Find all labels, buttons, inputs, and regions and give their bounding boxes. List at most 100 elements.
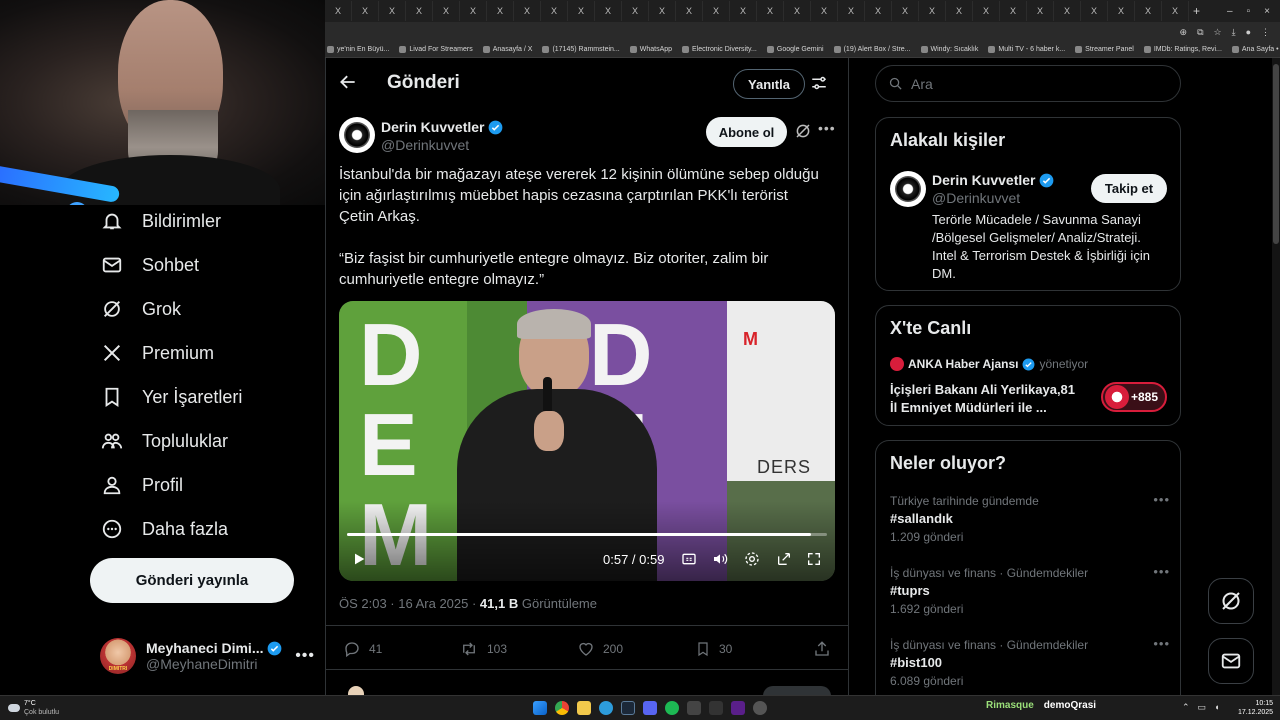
extensions-icon[interactable]: ⧉ [1197, 27, 1203, 38]
more-icon[interactable]: ••• [1153, 636, 1170, 651]
trend-item[interactable]: Türkiye tarihinde gündemde #sallandık 1.20… [890, 492, 1170, 544]
browser-tab[interactable]: X [1000, 1, 1027, 21]
browser-tab[interactable]: X [1162, 1, 1189, 21]
browser-tab[interactable]: X [1081, 1, 1108, 21]
browser-tab[interactable]: X [1108, 1, 1135, 21]
clock[interactable]: 10:15 17.12.2025 [1238, 699, 1273, 717]
chevron-up-icon[interactable]: ⌃ [1182, 702, 1190, 713]
page-scrollbar[interactable] [1272, 58, 1280, 695]
bookmark-item[interactable]: IMDb: Ratings, Revi... [1143, 46, 1222, 53]
post-button[interactable]: Gönderi yayınla [90, 558, 294, 603]
obs-icon[interactable] [731, 701, 745, 715]
bookmark-item[interactable]: Google Gemini [766, 46, 824, 53]
browser-tab[interactable]: X [919, 1, 946, 21]
browser-tab[interactable]: X [541, 1, 568, 21]
discord-icon[interactable] [643, 701, 657, 715]
trend-item[interactable]: İş dünyası ve finans · Gündemdekiler #bis… [890, 636, 1170, 688]
weather-widget[interactable]: 7°C Çok bulutlu [8, 699, 59, 717]
menu-icon[interactable]: ⋮ [1261, 27, 1270, 38]
volume-icon[interactable] [711, 551, 729, 572]
bookmark-item[interactable]: Anasayfa / X [482, 46, 532, 53]
download-icon[interactable]: ⤓ [1232, 27, 1236, 38]
subscribe-button[interactable]: Abone ol [706, 117, 787, 147]
back-arrow-icon[interactable] [338, 72, 358, 97]
grok-floating-button[interactable] [1208, 578, 1254, 624]
browser-tab[interactable]: X [676, 1, 703, 21]
browser-tab[interactable]: X [784, 1, 811, 21]
star-icon[interactable]: ☆ [1214, 27, 1222, 38]
close-window-button[interactable]: × [1264, 6, 1270, 17]
related-name[interactable]: Derin Kuvvetler [932, 172, 1035, 188]
sidebar-item-sohbet[interactable]: Sohbet [100, 250, 199, 280]
bookmark-item[interactable]: Windy: Sıcaklık [920, 46, 978, 53]
spotify-icon[interactable] [665, 701, 679, 715]
browser-tab[interactable]: X [892, 1, 919, 21]
messages-floating-button[interactable] [1208, 638, 1254, 684]
bookmark-item[interactable]: (17145) Rammstein... [542, 46, 620, 53]
bookmark-item[interactable]: Streamer Panel [1075, 46, 1134, 53]
sidebar-item-bildirimler[interactable]: Bildirimler [100, 206, 221, 236]
captions-icon[interactable] [681, 551, 697, 572]
zoom-icon[interactable]: ⊕ [1180, 27, 1188, 38]
chrome-icon[interactable] [555, 701, 569, 715]
browser-tab[interactable]: X [406, 1, 433, 21]
browser-tab[interactable]: X [1027, 1, 1054, 21]
bookmark-item[interactable]: WhatsApp [629, 46, 672, 53]
settings-sliders-icon[interactable] [810, 74, 828, 97]
bookmark-item[interactable]: Multi TV - 6 haber k... [988, 46, 1065, 53]
browser-tab[interactable]: X [622, 1, 649, 21]
bookmark-item[interactable]: ye'nin En Büyü... [327, 46, 389, 53]
live-topic[interactable]: İçişleri Bakanı Ali Yerlikaya,81 İl Emni… [890, 381, 1075, 417]
browser-tab[interactable]: X [811, 1, 838, 21]
reply-action[interactable]: 41 [343, 640, 382, 658]
bookmark-item[interactable]: Livad For Streamers [399, 46, 473, 53]
live-listeners-badge[interactable]: +885 [1101, 382, 1167, 412]
more-icon[interactable]: ••• [818, 120, 836, 136]
maximize-button[interactable]: ▫ [1247, 6, 1251, 17]
sidebar-item-profil[interactable]: Profil [100, 470, 183, 500]
bookmark-action[interactable]: 30 [695, 640, 732, 658]
fullscreen-icon[interactable] [806, 551, 822, 572]
browser-tab[interactable]: X [487, 1, 514, 21]
browser-tab[interactable]: X [1135, 1, 1162, 21]
author-avatar[interactable] [339, 117, 375, 153]
browser-tab[interactable]: X [865, 1, 892, 21]
browser-tab[interactable]: X [325, 1, 352, 21]
browser-tab[interactable]: X [352, 1, 379, 21]
app-icon[interactable] [709, 701, 723, 715]
account-switcher[interactable]: DIMITRI Meyhaneci Dimi... @MeyhaneDimitr… [100, 636, 315, 676]
network-icon[interactable]: ▭ [1198, 702, 1207, 713]
speaker-icon[interactable]: ◖ [1214, 702, 1219, 713]
browser-tab[interactable]: X [568, 1, 595, 21]
new-tab-button[interactable]: + [1193, 4, 1200, 18]
app-icon[interactable] [753, 701, 767, 715]
browser-tab[interactable]: X [703, 1, 730, 21]
more-icon[interactable]: ••• [1153, 564, 1170, 579]
browser-tab[interactable]: X [946, 1, 973, 21]
browser-tab[interactable]: X [649, 1, 676, 21]
search-input[interactable]: Ara [911, 76, 933, 92]
browser-tab[interactable]: X [730, 1, 757, 21]
grok-icon[interactable] [794, 122, 812, 145]
file-explorer-icon[interactable] [577, 701, 591, 715]
settings-icon[interactable] [744, 551, 760, 572]
bookmark-item[interactable]: Electronic Diversity... [682, 46, 757, 53]
steam-icon[interactable] [621, 701, 635, 715]
browser-tab[interactable]: X [460, 1, 487, 21]
author-handle[interactable]: @Derinkuvvet [381, 137, 469, 153]
sidebar-item-premium[interactable]: Premium [100, 338, 214, 368]
bookmark-item[interactable]: Ana Sayfa • HBO Max [1231, 46, 1280, 53]
follow-button[interactable]: Takip et [1091, 174, 1167, 203]
sidebar-item-daha-fazla[interactable]: Daha fazla [100, 514, 228, 544]
reply-header-button[interactable]: Yanıtla [733, 69, 805, 99]
more-icon[interactable]: ••• [295, 647, 315, 665]
share-icon[interactable] [813, 640, 831, 663]
profile-icon[interactable]: ● [1246, 27, 1251, 37]
browser-tab[interactable]: X [514, 1, 541, 21]
browser-tab[interactable]: X [433, 1, 460, 21]
retweet-action[interactable]: 103 [459, 640, 507, 658]
search-box[interactable]: Ara [875, 65, 1181, 102]
minimize-button[interactable]: – [1227, 6, 1233, 17]
browser-tab[interactable]: X [838, 1, 865, 21]
video-progress-track[interactable] [347, 533, 827, 536]
